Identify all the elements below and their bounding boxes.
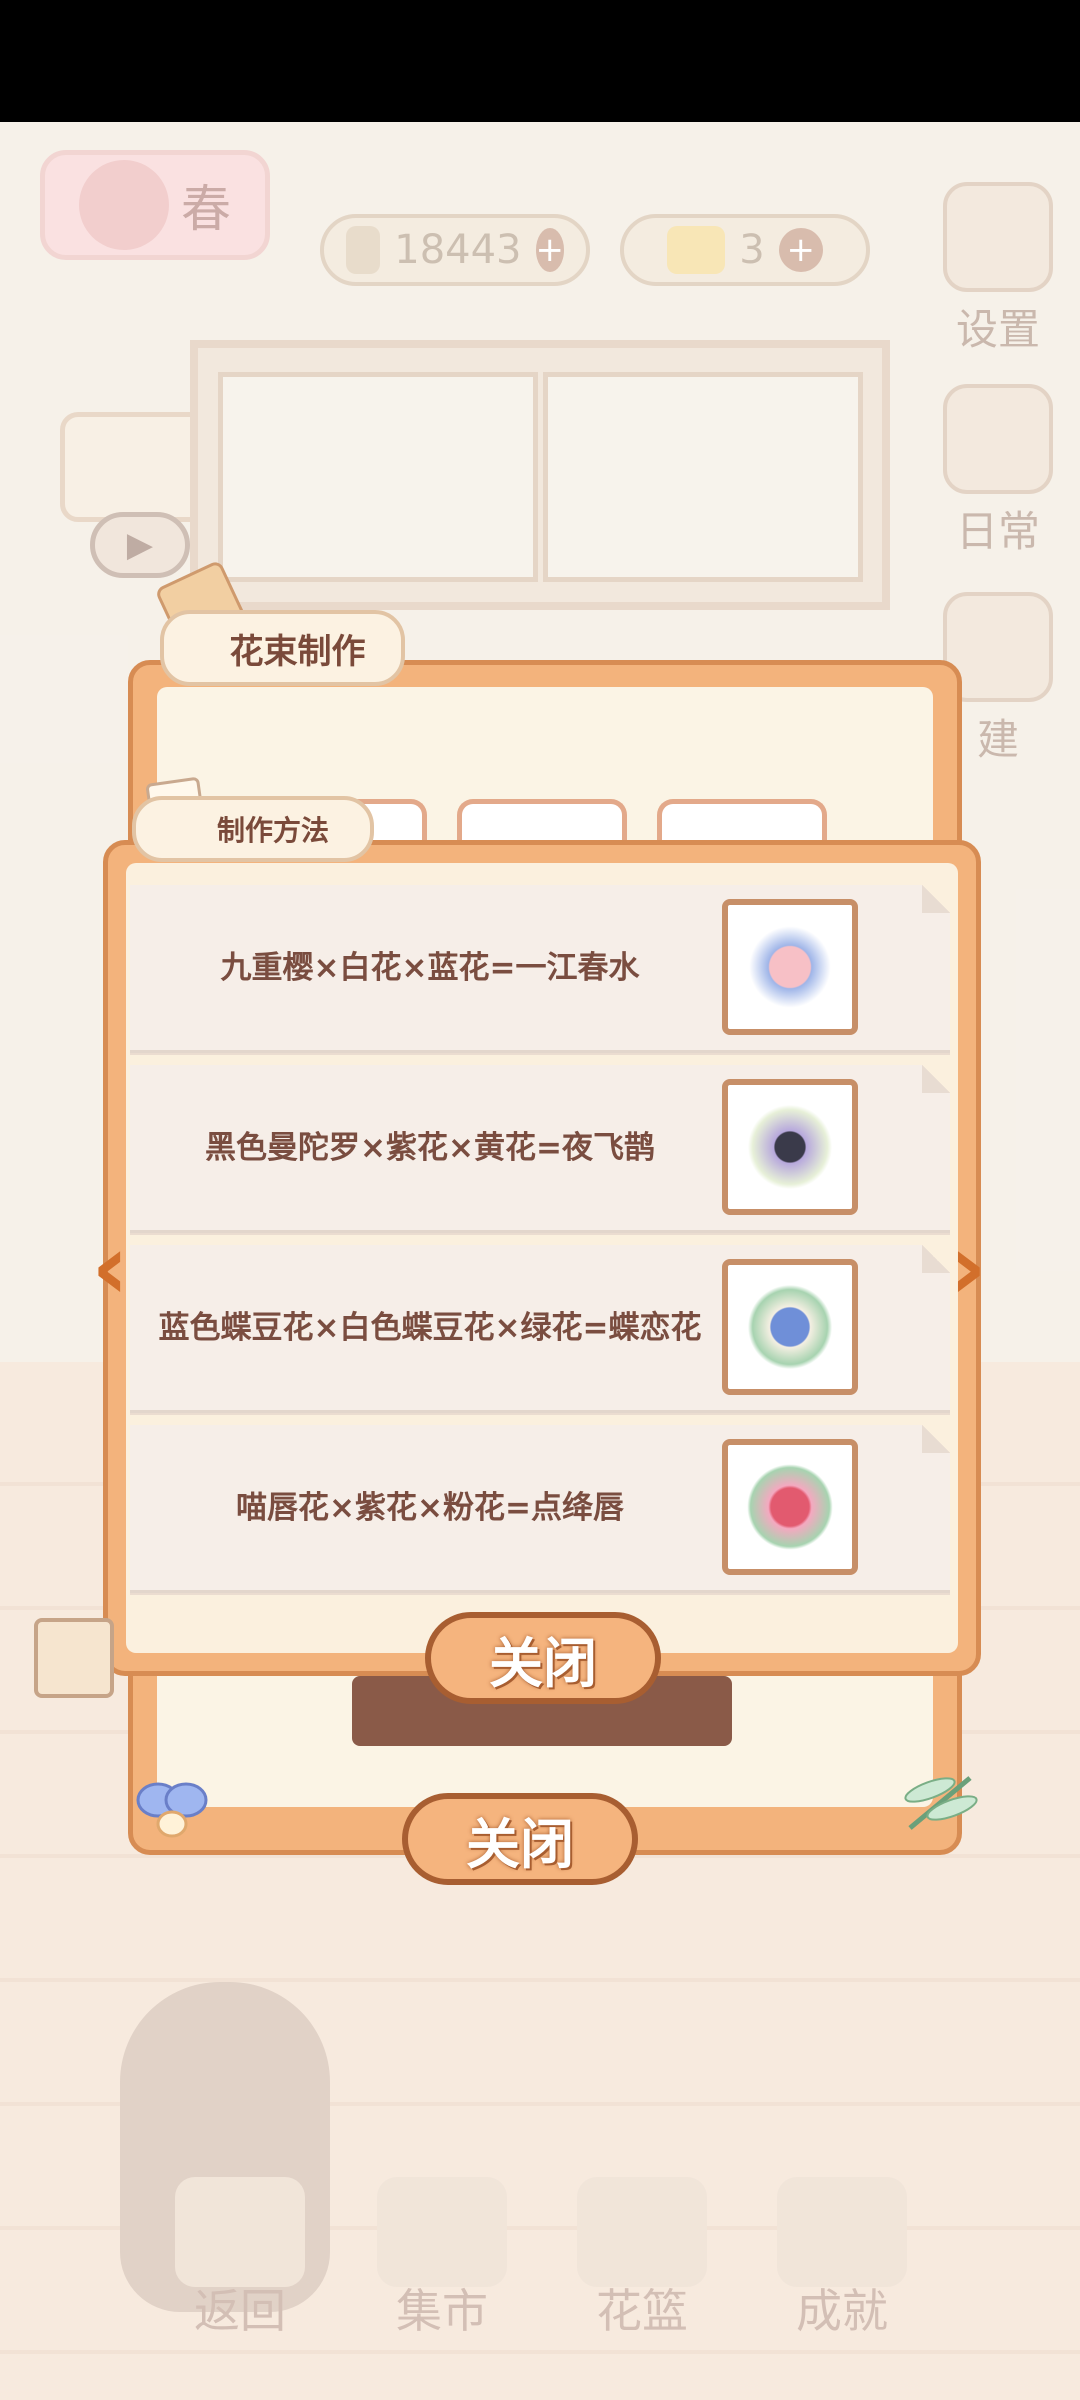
method-close-button[interactable]: 关闭 xyxy=(425,1612,661,1704)
recipe-card[interactable]: 九重樱×白花×蓝花=一江春水 xyxy=(130,885,950,1053)
bouquet-image-icon xyxy=(742,1279,838,1375)
dragonfly-icon xyxy=(904,1776,978,1830)
chevron-left-icon[interactable]: ‹ xyxy=(70,1223,150,1313)
recipe-thumbnail xyxy=(722,1079,858,1215)
recipe-text: 九重樱×白花×蓝花=一江春水 xyxy=(220,950,640,987)
recipe-card[interactable]: 黑色曼陀罗×紫花×黄花=夜飞鹊 xyxy=(130,1065,950,1233)
bouquet-modal-title: 花束制作 xyxy=(160,610,405,686)
bouquet-image-icon xyxy=(742,1099,838,1195)
recipe-thumbnail xyxy=(722,1259,858,1395)
recipe-note-icon[interactable] xyxy=(34,1618,114,1698)
recipe-text: 黑色曼陀罗×紫花×黄花=夜飞鹊 xyxy=(205,1130,655,1167)
bouquet-image-icon xyxy=(742,919,838,1015)
recipe-text: 喵唇花×紫花×粉花=点绛唇 xyxy=(236,1490,624,1527)
chevron-right-icon[interactable]: › xyxy=(928,1223,1008,1313)
bouquet-close-button[interactable]: 关闭 xyxy=(402,1793,638,1885)
recipe-list: 九重樱×白花×蓝花=一江春水 黑色曼陀罗×紫花×黄花=夜飞鹊 蓝色蝶豆花×白色蝶… xyxy=(130,885,950,1605)
recipe-card[interactable]: 蓝色蝶豆花×白色蝶豆花×绿花=蝶恋花 xyxy=(130,1245,950,1413)
recipe-thumbnail xyxy=(722,1439,858,1575)
recipe-card[interactable]: 喵唇花×紫花×粉花=点绛唇 xyxy=(130,1425,950,1593)
bouquet-image-icon xyxy=(742,1459,838,1555)
recipe-text: 蓝色蝶豆花×白色蝶豆花×绿花=蝶恋花 xyxy=(158,1310,702,1347)
status-bar xyxy=(0,0,1080,122)
butterfly-icon xyxy=(136,1782,208,1838)
method-modal-title: 制作方法 xyxy=(132,796,374,862)
recipe-thumbnail xyxy=(722,899,858,1035)
